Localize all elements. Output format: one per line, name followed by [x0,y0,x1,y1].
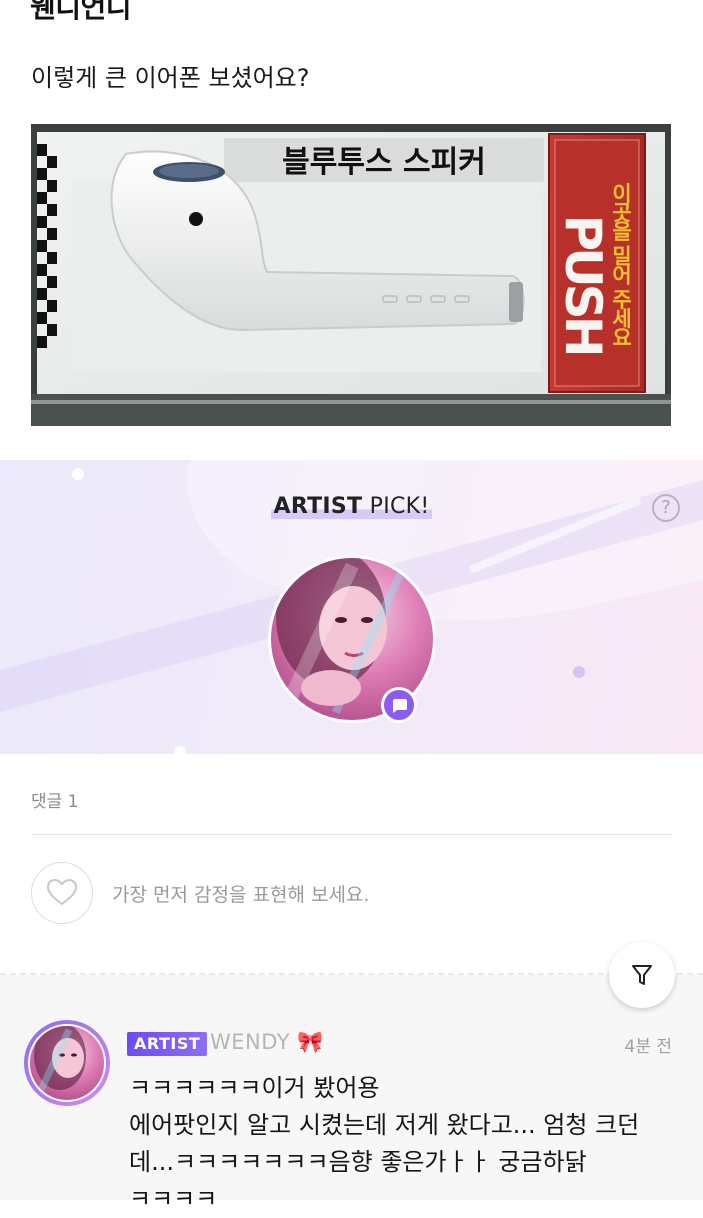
artist-pick-title: ARTIST PICK! [0,494,703,519]
comment-author[interactable]: WENDY 🎀 [210,1030,324,1055]
chat-bubble-icon[interactable] [381,687,417,723]
artist-pick-title-bold: ARTIST [273,494,363,519]
divider [31,834,672,835]
comment-timestamp: 4분 전 [624,1037,673,1057]
post-title: 웬디언니 [30,0,132,24]
sign-text: 블루투스 스피커 [282,145,486,180]
filter-button[interactable] [609,942,675,1008]
post-body-text: 이렇게 큰 이어폰 보셨어요? [31,64,310,92]
help-icon[interactable]: ? [652,494,680,522]
post-image[interactable]: 블루투스 스피커 PUSH 이곳을 밀어 주세요 [31,124,671,426]
heart-icon [46,878,78,906]
comment-count: 댓글 1 [31,792,79,812]
artist-pick-card: ARTIST PICK! ? [0,460,703,754]
filter-funnel-icon [632,965,652,985]
artist-badge: ARTIST [127,1032,208,1056]
comment-avatar-image [28,1024,106,1102]
heart-react-button[interactable] [31,862,93,924]
artist-pick-title-rest: PICK! [362,494,430,519]
push-sub-text: 이곳을 밀어 주세요 [609,183,633,346]
comment-text: ㅋㅋㅋㅋㅋㅋ이거 봤어용 에어팟인지 알고 시켰는데 저게 왔다고... 엄청 … [129,1074,640,1213]
reaction-prompt[interactable]: 가장 먼저 감정을 표현해 보세요. [112,880,369,907]
push-text: PUSH [554,214,612,353]
giant-earbud-photo: 블루투스 스피커 PUSH 이곳을 밀어 주세요 [31,124,671,426]
comment-avatar[interactable] [24,1020,110,1106]
